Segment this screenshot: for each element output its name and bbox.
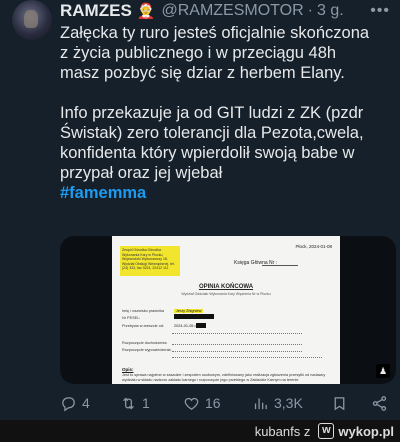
separator-dot: · xyxy=(307,2,313,19)
retweet-button[interactable]: 1 xyxy=(120,395,150,412)
doc-paragraph: Jest to sprawa najpierw w zasadzie i zes… xyxy=(122,373,326,382)
doc-row-label: Imię i nazwisko prawnika xyxy=(122,309,164,313)
doc-heading: OPINIA KOŃCOWA xyxy=(198,284,254,290)
wykop-footer: kubanfs z w wykop.pl xyxy=(0,420,400,442)
avatar[interactable] xyxy=(12,0,52,40)
author-badge-icon: 🤶 xyxy=(136,3,156,20)
tweet-actions: 4 1 16 3,3K xyxy=(60,392,396,414)
retweet-icon xyxy=(123,397,134,409)
share-icon xyxy=(372,395,387,411)
tweet[interactable]: RAMZES 🤶 @RAMZESMOTOR · 3 g. ••• Załęcka… xyxy=(0,0,400,420)
reply-icon xyxy=(62,396,75,411)
person-silhouette-icon: ♟ xyxy=(376,364,390,378)
wykop-site-name[interactable]: wykop.pl xyxy=(338,424,394,439)
document-image: Płock, 2024-01-08 Zespół Ośrodka Ośrodka… xyxy=(112,236,340,384)
like-button[interactable]: 16 xyxy=(183,395,221,412)
retweet-count: 1 xyxy=(142,395,150,411)
tweet-text: Załęcka ty ruro jesteś oficjalnie skończ… xyxy=(60,23,395,203)
text-line: Załęcka ty ruro jesteś oficjalnie skończ… xyxy=(60,24,370,42)
text-line: Świstak) zero tolerancji dla Pezota,cwel… xyxy=(60,124,364,142)
doc-row-label: Nr PESEL: xyxy=(122,316,141,320)
share-button[interactable] xyxy=(371,395,388,412)
doc-row-value: 2024-01-05 do xyxy=(174,324,199,328)
doc-subheading: Wydział Oddziału Wykonania Kary Więzieni… xyxy=(181,292,271,296)
text-line: z życia publicznego i w przeciągu 48h xyxy=(60,44,337,62)
views-count: 3,3K xyxy=(274,395,303,411)
hashtag-link[interactable]: #famemma xyxy=(60,184,146,202)
views-icon xyxy=(254,398,267,409)
doc-stamp: Zespół Ośrodka Ośrodka Wykonania Kary w … xyxy=(120,246,180,276)
tweet-media[interactable]: Płock, 2024-01-08 Zespół Ośrodka Ośrodka… xyxy=(60,236,396,384)
heart-icon xyxy=(184,397,199,410)
text-line: Info przekazuje ja od GIT ludzi z ZK (pz… xyxy=(60,104,364,122)
bookmark-icon xyxy=(334,396,345,410)
text-line: konfidenta który wpierdolił swoją babe w xyxy=(60,144,355,162)
doc-row-label: Rozpoczęcie wypowiedzenia: xyxy=(122,348,172,352)
wykop-logo-icon: w xyxy=(318,423,335,439)
views-button[interactable]: 3,3K xyxy=(252,395,303,412)
like-count: 16 xyxy=(205,395,221,411)
text-line: masz pozbyć się dziar z herbem Elany. xyxy=(60,64,345,82)
author-handle[interactable]: @RAMZESMOTOR xyxy=(161,2,303,20)
footer-username[interactable]: kubanfs z xyxy=(255,424,311,439)
tweet-time[interactable]: 3 g. xyxy=(317,2,344,20)
reply-count: 4 xyxy=(82,395,90,411)
author-name[interactable]: RAMZES xyxy=(60,1,132,21)
more-dots-icon[interactable]: ••• xyxy=(370,2,390,20)
doc-row-label: Przebywa w areszcie od: xyxy=(122,324,164,328)
tweet-header: RAMZES 🤶 @RAMZESMOTOR · 3 g. xyxy=(60,0,392,22)
redaction-bar xyxy=(196,323,206,328)
redaction-bar xyxy=(174,314,214,319)
reply-button[interactable]: 4 xyxy=(60,395,90,412)
text-line: przypał oraz jej wjebał xyxy=(60,164,223,182)
bookmark-button[interactable] xyxy=(331,395,348,412)
doc-row-label: Rozpoczęcie dochodzenia: xyxy=(122,341,168,345)
doc-place-date: Płock, 2024-01-08 xyxy=(295,244,332,249)
